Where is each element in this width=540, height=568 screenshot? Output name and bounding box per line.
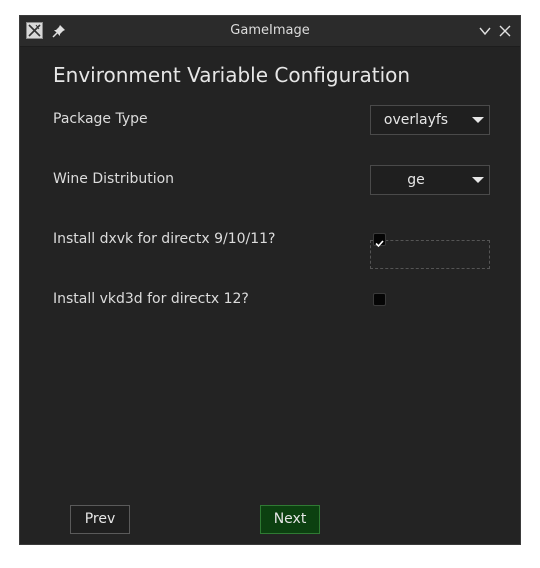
dropdown-arrow-icon	[472, 117, 484, 123]
wine-distribution-value: ge	[407, 172, 425, 188]
chevron-down-icon[interactable]	[478, 24, 492, 38]
check-icon	[375, 240, 384, 248]
prev-button[interactable]: Prev	[70, 505, 130, 534]
page-title: Environment Variable Configuration	[53, 63, 411, 87]
dxvk-checkbox[interactable]	[373, 233, 386, 248]
vkd3d-checkbox[interactable]	[373, 293, 386, 306]
vkd3d-label: Install vkd3d for directx 12?	[53, 291, 249, 307]
window-title: GameImage	[230, 23, 310, 38]
dxvk-focus-frame	[370, 240, 490, 269]
wine-distribution-dropdown[interactable]: ge	[370, 165, 490, 195]
wine-distribution-label: Wine Distribution	[53, 171, 175, 187]
next-button[interactable]: Next	[260, 505, 320, 534]
title-bar[interactable]: GameImage	[20, 16, 520, 47]
package-type-value: overlayfs	[383, 112, 449, 128]
close-icon[interactable]	[498, 24, 512, 38]
package-type-dropdown[interactable]: overlayfs	[370, 105, 490, 135]
dropdown-arrow-icon	[472, 177, 484, 183]
app-window: GameImage Environment Variable Configura…	[19, 15, 521, 545]
dxvk-label: Install dxvk for directx 9/10/11?	[53, 231, 276, 247]
package-type-label: Package Type	[53, 111, 148, 127]
